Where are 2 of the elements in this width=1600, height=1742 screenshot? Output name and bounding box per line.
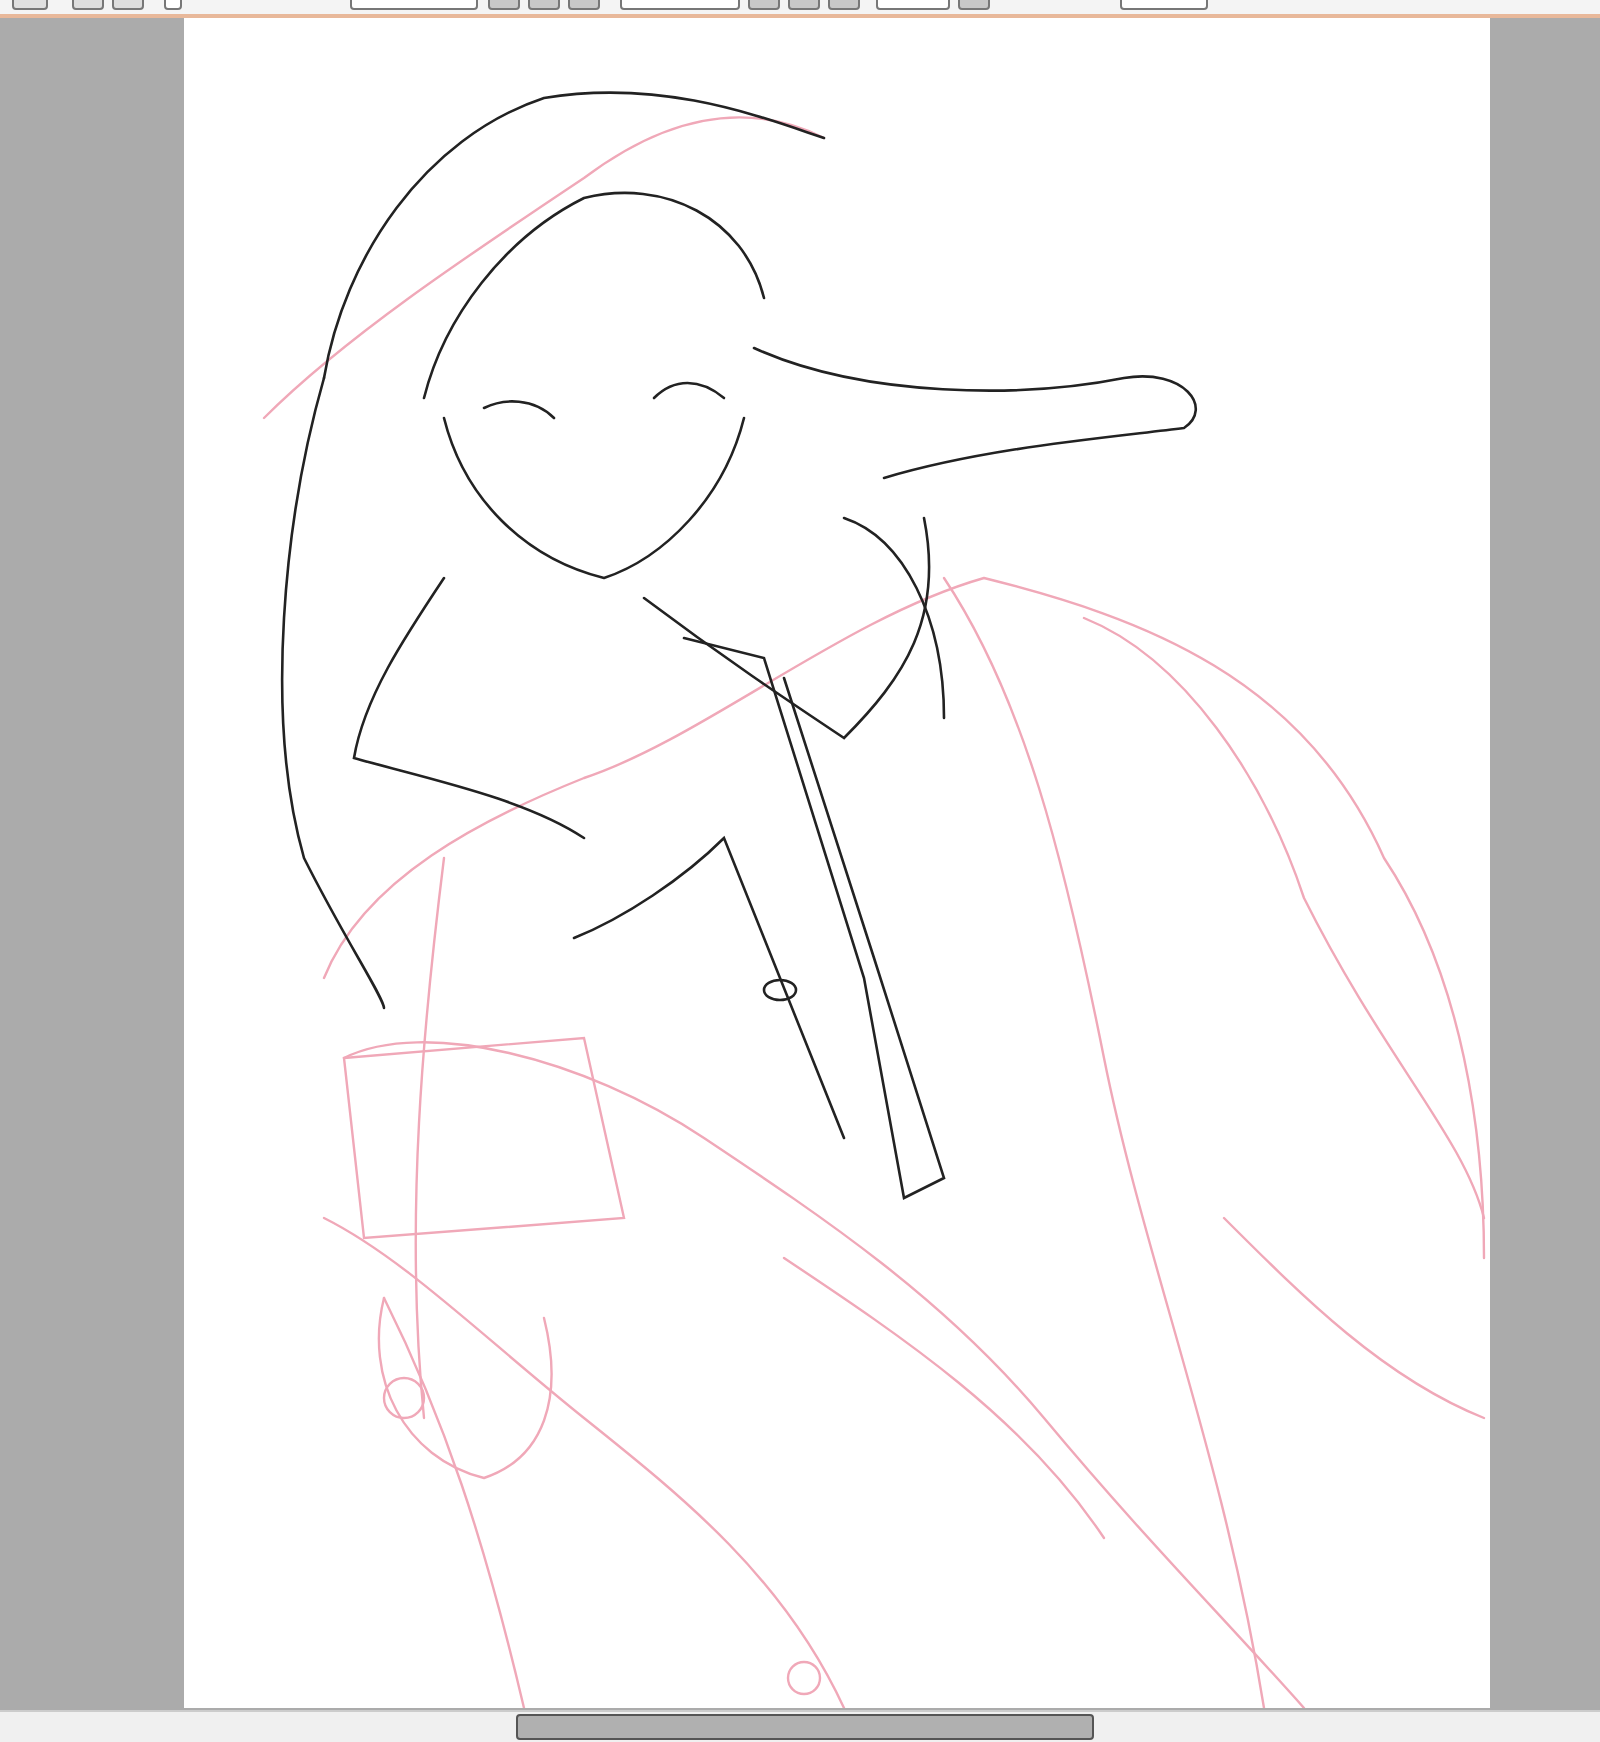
horizontal-scrollbar[interactable] — [0, 1710, 1600, 1742]
scrollbar-thumb[interactable] — [516, 1714, 1094, 1740]
